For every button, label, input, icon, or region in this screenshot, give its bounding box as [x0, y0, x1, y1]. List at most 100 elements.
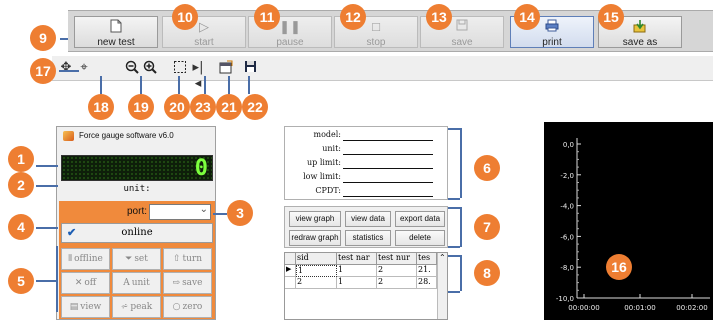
list-icon: ▤	[69, 302, 79, 312]
select-box-icon[interactable]	[172, 60, 188, 76]
port-label: port:	[127, 206, 148, 217]
vertical-scrollbar[interactable]: ⌃	[437, 253, 447, 319]
fit-icon[interactable]: ▸|◂	[190, 60, 206, 91]
marker-5: 5	[8, 268, 34, 294]
peak-icon: ⩫	[120, 302, 129, 312]
column-header[interactable]: sid	[296, 253, 337, 265]
test-data-table: sid test nar test nur tes ▶ 1 1 2 21. 2 …	[284, 252, 448, 320]
zoom-in-icon[interactable]	[142, 60, 158, 76]
chart-toolbar: ✥ ⌖ ▸|◂	[52, 56, 713, 91]
new-test-button[interactable]: new test	[74, 16, 158, 48]
turn-icon: ⇧	[172, 254, 181, 264]
unit-button[interactable]: Aunit	[112, 272, 161, 294]
off-button[interactable]: ✕ off	[61, 272, 110, 294]
move-icon[interactable]: ✥	[58, 60, 74, 76]
low-limit-field: low limit:	[285, 171, 449, 184]
row-header-corner	[285, 253, 296, 265]
marker-1: 1	[8, 146, 34, 172]
unit-field: unit:	[285, 143, 449, 156]
offline-button[interactable]: ⦀ offline	[61, 248, 110, 270]
chevron-down-icon: ⌄	[199, 204, 208, 215]
row-selector[interactable]	[285, 277, 296, 289]
export-data-button[interactable]: export data	[395, 211, 445, 227]
y-tick-label: -10,0	[556, 295, 574, 303]
zero-button[interactable]: ○ zero	[163, 296, 212, 318]
y-tick-label: -8,0	[560, 264, 574, 272]
column-header[interactable]: test nur	[377, 253, 417, 265]
port-select[interactable]: ⌄	[149, 204, 211, 220]
device-panel: Force gauge software v6.0 0 unit: port: …	[56, 126, 216, 320]
properties-icon[interactable]	[218, 60, 234, 76]
x-tick-label: 00:00:00	[568, 304, 599, 312]
view-graph-button[interactable]: view graph	[289, 211, 341, 227]
marker-11: 11	[254, 4, 280, 30]
letter-a-icon: A	[123, 278, 130, 288]
model-field: model:	[285, 129, 449, 142]
column-header[interactable]: test nar	[337, 253, 377, 265]
marker-21: 21	[216, 94, 242, 120]
table-cell[interactable]: 1	[337, 277, 377, 289]
marker-9: 9	[30, 25, 56, 51]
lcd-value: 0	[194, 156, 208, 181]
unit-label: unit:	[123, 184, 151, 194]
table-cell[interactable]: 1	[296, 265, 337, 277]
marker-20: 20	[164, 94, 190, 120]
marker-15: 15	[598, 4, 624, 30]
marker-17: 17	[30, 58, 56, 84]
marker-4: 4	[8, 214, 34, 240]
turn-button[interactable]: ⇧ turn	[163, 248, 212, 270]
bars-icon: ⦀	[68, 254, 73, 264]
column-header[interactable]: tes	[417, 253, 437, 265]
table-cell[interactable]: 2	[377, 265, 417, 277]
y-tick-label: 0,0	[563, 141, 574, 149]
force-chart: 0,0 -2,0 -4,0 -6,0 -8,0 -10,0 00:00:00 00:01:00…	[544, 122, 713, 320]
x-tick-label: 00:02:00	[676, 304, 707, 312]
table-cell[interactable]: 2	[377, 277, 417, 289]
marker-10: 10	[172, 4, 198, 30]
funnel-icon: ⏷	[125, 254, 133, 264]
up-limit-field: up limit:	[285, 157, 449, 170]
action-buttons-panel: view graph view data export data redraw …	[284, 206, 448, 248]
online-button[interactable]: ✔ online	[61, 223, 213, 243]
lcd-display: 0	[61, 155, 213, 181]
device-save-button[interactable]: ⇨ save	[163, 272, 212, 294]
marker-18: 18	[88, 94, 114, 120]
chevron-up-icon[interactable]: ⌃	[439, 253, 446, 262]
set-button[interactable]: ⏷ set	[112, 248, 161, 270]
view-button[interactable]: ▤ view	[61, 296, 110, 318]
arrow-right-icon: ⇨	[172, 278, 181, 288]
statistics-button[interactable]: statistics	[345, 230, 391, 246]
cpdt-field: CPDT:	[285, 185, 449, 198]
marker-3: 3	[227, 200, 253, 226]
zoom-out-icon[interactable]	[124, 60, 140, 76]
marker-23: 23	[190, 94, 216, 120]
floppy-icon[interactable]	[242, 60, 258, 76]
peak-button[interactable]: ⩫ peak	[112, 296, 161, 318]
redraw-graph-button[interactable]: redraw graph	[289, 230, 341, 246]
test-info-panel: model: unit: up limit: low limit: CPDT:	[284, 126, 448, 200]
control-area: port: ⌄ ✔ online ⦀ offline ⏷ set ⇧ turn ✕ of…	[59, 201, 215, 319]
marker-2: 2	[8, 172, 34, 198]
marker-12: 12	[340, 4, 366, 30]
table-cell[interactable]: 2	[296, 277, 337, 289]
delete-button[interactable]: delete	[395, 230, 445, 246]
y-tick-label: -6,0	[560, 233, 574, 241]
marker-22: 22	[242, 94, 268, 120]
zoom-cursor-icon[interactable]: ⌖	[76, 60, 92, 76]
marker-7: 7	[474, 214, 500, 240]
view-data-button[interactable]: view data	[345, 211, 391, 227]
app-logo-icon	[63, 131, 74, 141]
y-tick-label: -4,0	[560, 203, 574, 211]
document-icon	[75, 19, 157, 35]
circle-icon: ○	[172, 302, 181, 312]
table-cell[interactable]: 28.	[417, 277, 437, 289]
x-tick-label: 00:01:00	[624, 304, 655, 312]
x-icon: ✕	[74, 278, 83, 288]
marker-16: 16	[606, 254, 632, 280]
marker-8: 8	[474, 260, 500, 286]
row-selector-icon[interactable]: ▶	[285, 265, 296, 277]
marker-14: 14	[514, 4, 540, 30]
table-cell[interactable]: 21.	[417, 265, 437, 277]
table-cell[interactable]: 1	[337, 265, 377, 277]
checkmark-icon: ✔	[67, 226, 77, 239]
